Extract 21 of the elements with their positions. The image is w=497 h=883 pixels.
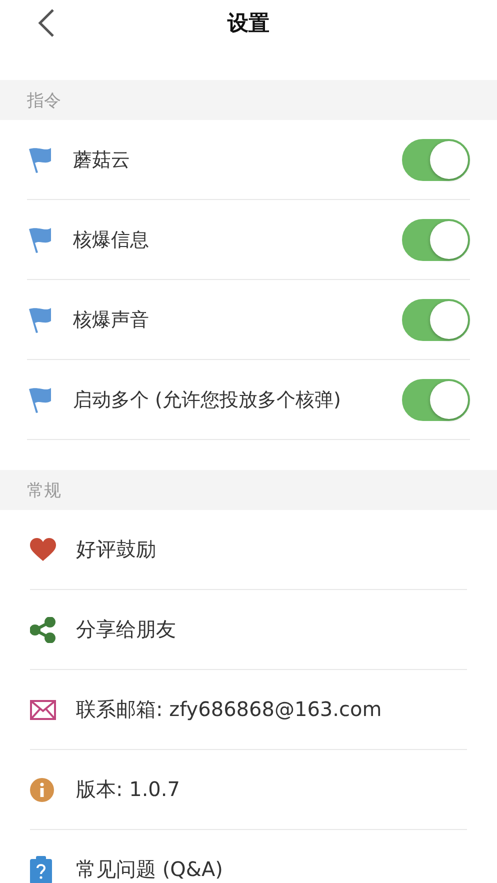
- section-header: 指令: [0, 80, 497, 120]
- menu-item[interactable]: 版本: 1.0.7: [76, 776, 467, 803]
- setting-label: 核爆声音: [73, 308, 150, 332]
- envelope-icon: [30, 700, 56, 720]
- menu-item[interactable]: 分享给朋友: [76, 616, 467, 643]
- section-header: 常规: [0, 470, 497, 510]
- menu-item[interactable]: 常见问题 (Q&A): [76, 856, 467, 883]
- toggle-switch[interactable]: [402, 218, 470, 260]
- setting-label: 核爆信息: [73, 228, 150, 252]
- setting-label: 蘑菇云: [73, 148, 131, 172]
- back-icon[interactable]: [36, 8, 56, 38]
- toggle-switch[interactable]: [402, 298, 470, 340]
- heart-icon: [30, 538, 56, 562]
- screen-title: 设置: [228, 10, 270, 37]
- toggle-switch[interactable]: [402, 138, 470, 180]
- menu-item[interactable]: 好评鼓励: [76, 536, 467, 563]
- menu-item[interactable]: 联系邮箱: zfy686868@163.com: [76, 696, 467, 723]
- info-icon: [30, 778, 54, 802]
- share-icon: [30, 616, 56, 642]
- setting-label: 启动多个 (允许您投放多个核弹): [73, 388, 342, 412]
- toggle-switch[interactable]: [402, 378, 470, 420]
